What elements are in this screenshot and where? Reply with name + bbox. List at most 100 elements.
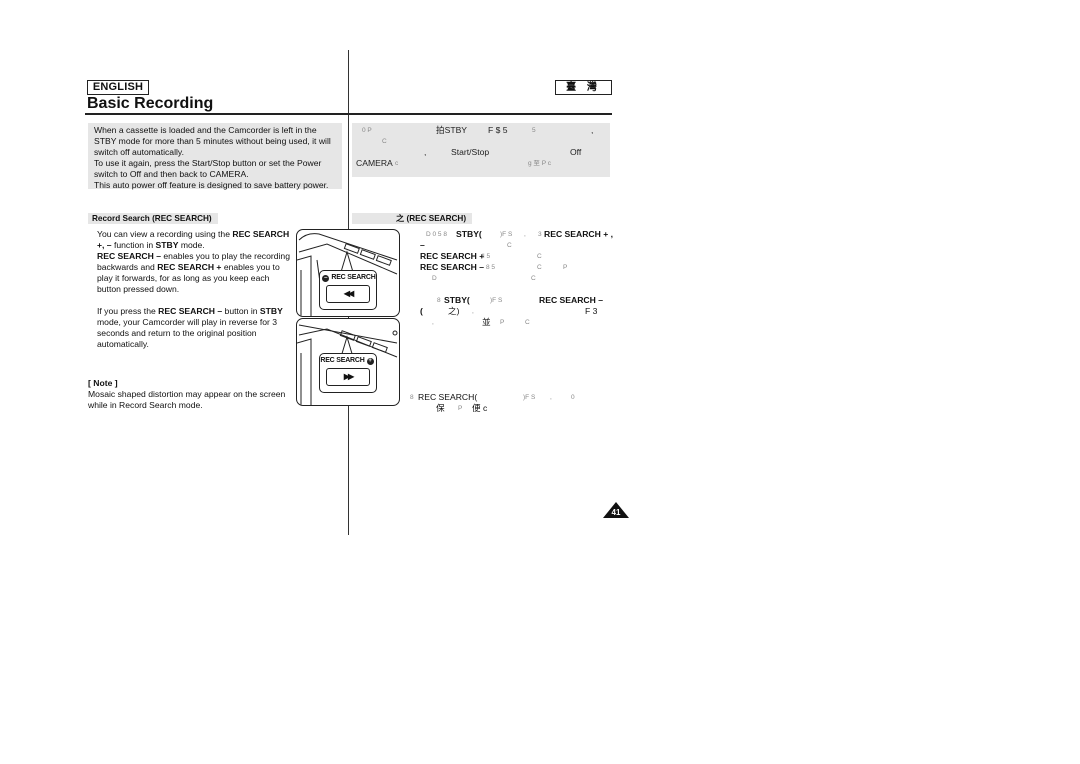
zh-fragment: C [537, 253, 542, 260]
zh-line: D 0 5 8 STBY( )F S , 3 REC SEARCH + , [420, 229, 614, 240]
zh-fragment: D [432, 275, 437, 282]
zh-line: , 並 P C [420, 317, 612, 328]
zh-fragment: F $ 5 [488, 125, 508, 135]
zh-fragment: 8 [410, 394, 414, 401]
intro-zh-line: CAMERA c g 至 P c [356, 158, 606, 169]
zh-fragment: P [563, 264, 568, 271]
language-label-taiwan: 臺 灣 [555, 80, 612, 95]
callout-label: REC SEARCH + [320, 357, 376, 365]
callout-label: – REC SEARCH [320, 274, 376, 282]
text-bold: STBY [155, 240, 179, 250]
page-number: 41 [611, 508, 621, 517]
zh-fragment: 便 c [472, 403, 488, 413]
zh-fragment: STBY( [444, 295, 470, 305]
zh-fragment: , [550, 394, 552, 401]
note-text: Mosaic shaped distortion may appear on t… [88, 389, 286, 410]
zh-line: 保 P 便 c [408, 403, 608, 414]
intro-zh-line: C [356, 136, 606, 147]
intro-zh-line: , Start/Stop Off [356, 147, 606, 158]
zh-fragment: C [507, 242, 512, 249]
zh-fragment: 8 [437, 297, 441, 304]
callout-label-text: REC SEARCH [331, 274, 376, 281]
minus-icon: – [322, 275, 330, 282]
rec-search-description: You can view a recording using the REC S… [97, 229, 292, 350]
zh-line: ( 之) , F 3 [420, 306, 612, 317]
zh-fragment: REC SEARCH – [420, 262, 484, 272]
text: You can view a recording using the [97, 229, 233, 239]
rec-search-description-zh: D 0 5 8 STBY( )F S , 3 REC SEARCH + , – … [420, 229, 614, 328]
paragraph: You can view a recording using the REC S… [97, 229, 292, 295]
paragraph: If you press the REC SEARCH – button in … [97, 306, 292, 350]
zh-fragment: 之) [448, 306, 460, 316]
page-title: Basic Recording [87, 95, 214, 112]
zh-fragment: REC SEARCH + [420, 251, 485, 261]
zh-fragment: REC SEARCH + , [544, 229, 614, 239]
plus-icon: + [366, 358, 374, 365]
zh-fragment: F 3 [585, 306, 598, 316]
zh-fragment: )F S [500, 231, 513, 238]
intro-paragraph: This auto power off feature is designed … [94, 180, 329, 190]
zh-fragment: ( [420, 306, 423, 316]
zh-fragment: )F S [523, 394, 536, 401]
illustration-rec-search-rewind: – REC SEARCH ◀◀ [296, 229, 400, 317]
zh-line [420, 284, 612, 295]
zh-line: – C [420, 240, 612, 251]
note-block: [ Note ] Mosaic shaped distortion may ap… [88, 378, 298, 411]
text-bold: STBY [259, 306, 283, 316]
zh-fragment: C [382, 138, 387, 145]
zh-fragment: P [500, 319, 505, 326]
zh-fragment: , [424, 147, 427, 157]
zh-fragment: P [458, 405, 463, 412]
forward-button: ▶▶ [326, 368, 370, 386]
zh-fragment: 並 [482, 317, 491, 327]
note-block-zh: 8 REC SEARCH( )F S , 0 保 P 便 c [408, 392, 608, 414]
zh-fragment: 0 P [362, 127, 372, 134]
zh-fragment: , [472, 308, 474, 315]
zh-line: 8 REC SEARCH( )F S , 0 [408, 392, 608, 403]
zh-fragment: CAMERA [356, 158, 393, 168]
page-number-badge: 41 [603, 502, 629, 518]
zh-fragment: REC SEARCH – [539, 295, 603, 305]
text: function in [111, 240, 156, 250]
intro-box-english: When a cassette is loaded and the Camcor… [88, 123, 342, 190]
text-bold: REC SEARCH – [158, 306, 223, 316]
zh-fragment: g 至 P c [528, 160, 552, 167]
note-title: [ Note ] [88, 378, 118, 388]
zh-fragment: Start/Stop [451, 147, 490, 157]
zh-fragment: 8 5 [486, 264, 496, 271]
zh-fragment: C [525, 319, 530, 326]
zh-fragment: )F S [490, 297, 503, 304]
rec-search-plus-callout: REC SEARCH + ▶▶ [319, 353, 377, 393]
illustration-rec-search-forward: REC SEARCH + ▶▶ [296, 318, 400, 406]
section-heading-rec-search: Record Search (REC SEARCH) [88, 213, 218, 224]
zh-line: REC SEARCH + ‖ 5 C [420, 251, 612, 262]
text: mode. [178, 240, 205, 250]
intro-zh-line: 0 P 拍STBY F $ 5 5 , [356, 125, 606, 136]
zh-fragment: ‖ 5 [482, 253, 491, 260]
zh-fragment: STBY( [456, 229, 482, 239]
zh-line: REC SEARCH – 8 5 C P [420, 262, 612, 273]
zh-fragment: c [395, 160, 399, 167]
zh-fragment: D 0 5 8 [426, 231, 447, 238]
zh-fragment: 0 [571, 394, 575, 401]
header-rule [85, 113, 612, 115]
zh-fragment: , [524, 231, 526, 238]
section-heading-rec-search-zh: 之 (REC SEARCH) [352, 213, 472, 224]
zh-fragment: – [420, 240, 425, 250]
rec-search-minus-callout: – REC SEARCH ◀◀ [319, 270, 377, 310]
text: If you press the [97, 306, 159, 316]
intro-box-chinese: 0 P 拍STBY F $ 5 5 , C , Start/Stop Off C… [352, 123, 610, 177]
zh-line: 8 STBY( )F S REC SEARCH – [420, 295, 612, 306]
zh-fragment: , [591, 125, 594, 135]
zh-fragment: REC SEARCH( [418, 392, 478, 402]
callout-label-text: REC SEARCH [320, 357, 365, 364]
zh-fragment: 5 [532, 127, 536, 134]
zh-fragment: Off [570, 147, 582, 157]
text-bold: REC SEARCH – [97, 251, 161, 261]
text: button in [222, 306, 260, 316]
language-label-english: ENGLISH [87, 80, 149, 95]
intro-paragraph: To use it again, press the Start/Stop bu… [94, 158, 322, 179]
zh-fragment: , [432, 319, 434, 326]
zh-line: D C [420, 273, 612, 284]
zh-fragment: C [531, 275, 536, 282]
